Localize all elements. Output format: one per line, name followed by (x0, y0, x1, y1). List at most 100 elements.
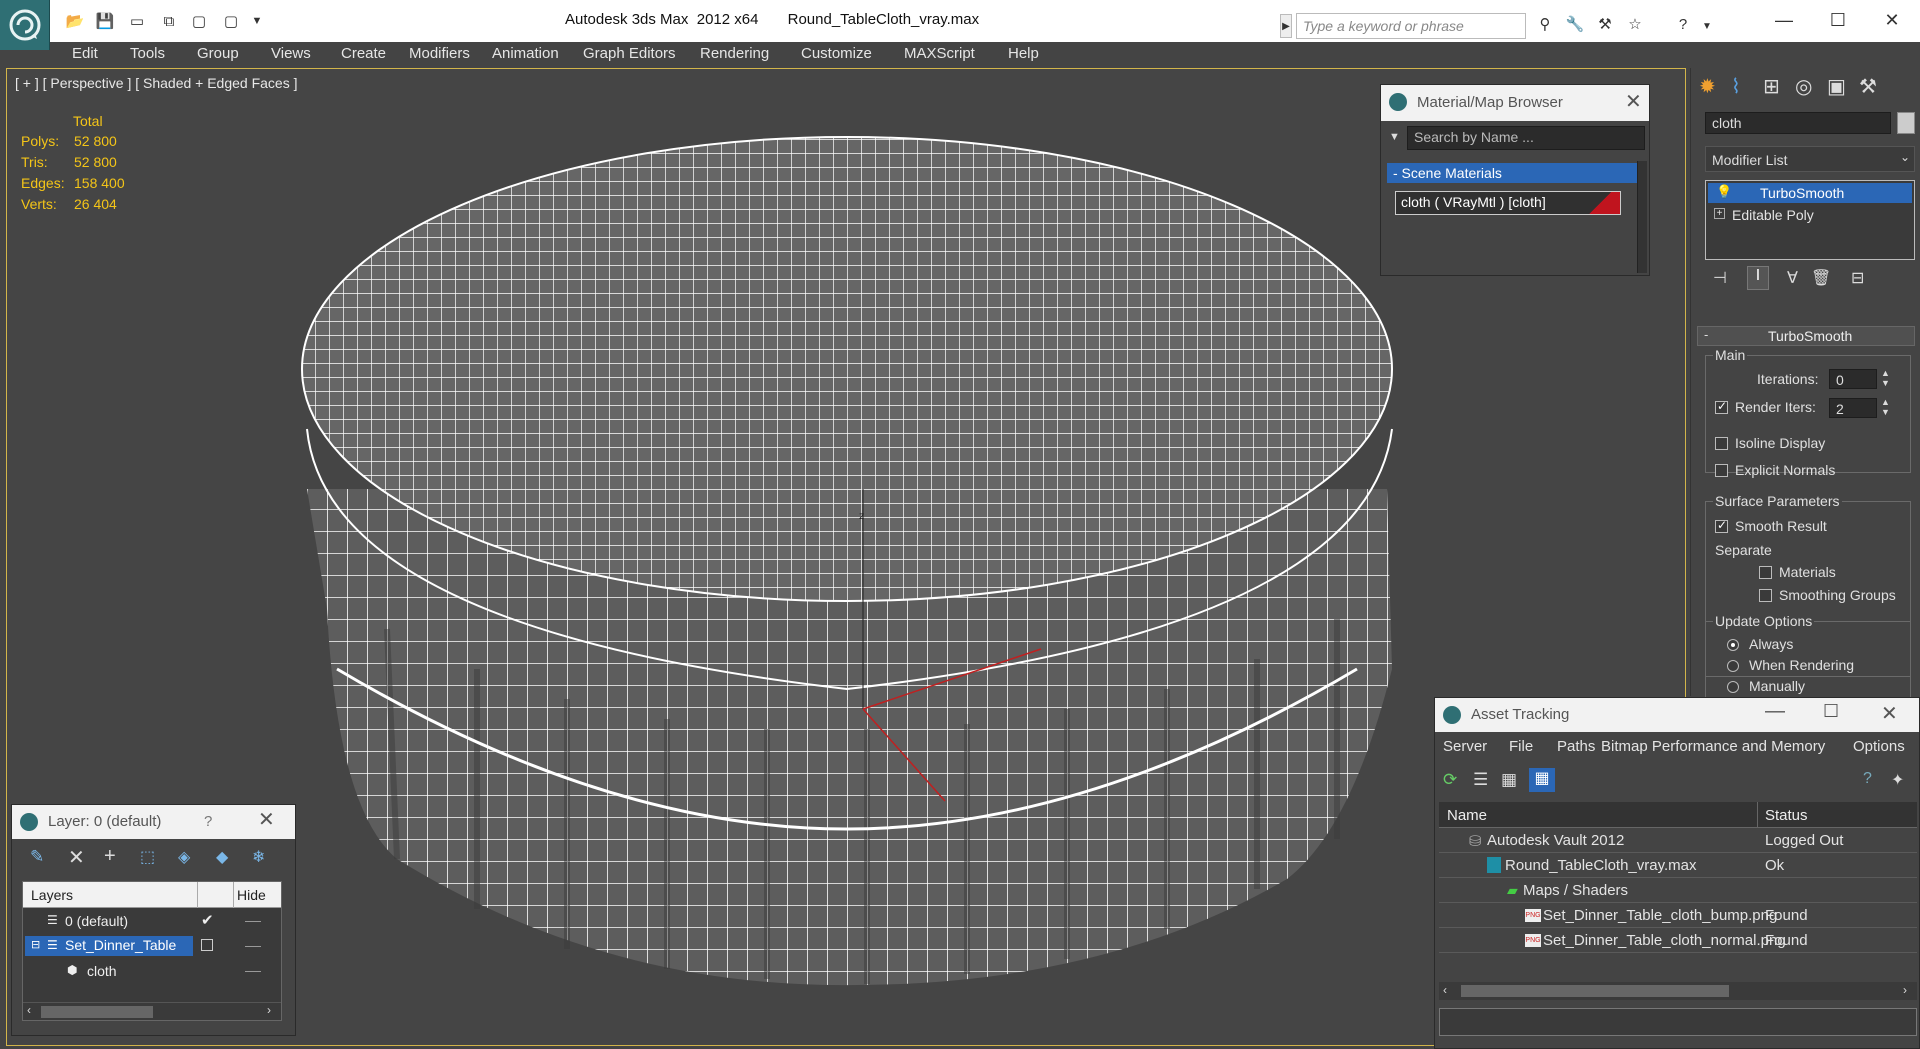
render-iters-checkbox[interactable] (1715, 399, 1728, 414)
close-icon[interactable]: ✕ (1625, 89, 1642, 114)
hide-all-icon[interactable]: ◆ (216, 847, 228, 867)
menu-group[interactable]: Group (197, 45, 239, 62)
spinner-arrows-icon[interactable]: ▲ ▼ (1881, 368, 1890, 388)
subscription-icon[interactable]: 🔧 (1564, 13, 1586, 35)
table-view-icon[interactable]: ▦ (1529, 768, 1555, 792)
hide-toggle[interactable] (245, 946, 261, 947)
help-dropdown-icon[interactable]: ▼ (1696, 15, 1718, 37)
communication-center-icon[interactable]: ⚒ (1594, 13, 1616, 35)
table-row[interactable]: ⛁ Autodesk Vault 2012 Logged Out (1439, 829, 1917, 853)
menu-graph-editors[interactable]: Graph Editors (583, 45, 676, 62)
search-expand-icon[interactable]: ▶ (1280, 14, 1292, 38)
minimize-button[interactable]: — (1764, 6, 1804, 34)
modifier-list-dropdown[interactable]: Modifier List ⌄ (1705, 146, 1915, 172)
highlight-layer-icon[interactable]: ◈ (178, 847, 190, 867)
table-row[interactable]: Round_TableCloth_vray.max Ok (1439, 854, 1917, 878)
help-button[interactable]: ? (204, 813, 212, 830)
hierarchy-tab-icon[interactable]: ⊞ (1763, 74, 1780, 99)
select-objects-icon[interactable]: ⬚ (140, 847, 155, 867)
menu-views[interactable]: Views (271, 45, 311, 62)
tree-view-icon[interactable]: ▦ (1501, 770, 1517, 790)
menu-edit[interactable]: Edit (72, 45, 98, 62)
when-rendering-radio[interactable] (1727, 660, 1739, 672)
refresh-icon[interactable]: ⟳ (1443, 770, 1457, 790)
smooth-result-checkbox[interactable] (1715, 518, 1728, 533)
menu-paths[interactable]: Paths (1557, 738, 1595, 755)
col-name-header[interactable]: Name (1447, 807, 1487, 824)
menu-options[interactable]: Options (1853, 738, 1905, 755)
menu-file[interactable]: File (1509, 738, 1533, 755)
table-row[interactable]: ▰ Maps / Shaders (1439, 879, 1917, 903)
lightbulb-icon[interactable]: 💡 (1716, 184, 1732, 200)
close-icon[interactable]: ✕ (1881, 701, 1898, 726)
scene-materials-header[interactable]: - Scene Materials (1387, 163, 1637, 183)
menu-animation[interactable]: Animation (492, 45, 559, 62)
menu-server[interactable]: Server (1443, 738, 1487, 755)
motion-tab-icon[interactable]: ◎ (1795, 74, 1812, 99)
save-icon[interactable]: 💾 (94, 10, 116, 32)
material-search-input[interactable]: Search by Name ... (1407, 126, 1645, 150)
quick-access-dropdown-icon[interactable]: ▼ (246, 10, 268, 32)
menu-help[interactable]: Help (1008, 45, 1039, 62)
freeze-all-icon[interactable]: ❄ (252, 847, 265, 867)
configure-modifier-sets-icon[interactable]: ⊟ (1851, 268, 1864, 288)
iterations-spinner[interactable]: 0 (1829, 369, 1877, 389)
menu-customize[interactable]: Customize (801, 45, 872, 62)
make-unique-icon[interactable]: ∀ (1787, 268, 1798, 288)
isoline-display-checkbox[interactable] (1715, 437, 1728, 450)
material-browser-scrollbar[interactable] (1637, 161, 1647, 273)
menu-tools[interactable]: Tools (130, 45, 165, 62)
scrollbar-thumb[interactable] (41, 1006, 153, 1018)
favorites-icon[interactable]: ☆ (1624, 13, 1646, 35)
layers-column-header[interactable]: Layers (31, 887, 73, 903)
menu-rendering[interactable]: Rendering (700, 45, 769, 62)
menu-modifiers[interactable]: Modifiers (409, 45, 470, 62)
minimize-icon[interactable]: — (1765, 700, 1785, 723)
asset-path-field[interactable] (1439, 1008, 1917, 1036)
menu-maxscript[interactable]: MAXScript (904, 45, 975, 62)
binoculars-icon[interactable]: ⚲ (1534, 13, 1556, 35)
maximize-icon[interactable]: ☐ (1823, 701, 1839, 722)
col-status-header[interactable]: Status (1765, 807, 1808, 824)
horizontal-scrollbar[interactable]: ‹ › (1439, 982, 1917, 1000)
highlight-icon[interactable]: ✦ (1891, 770, 1904, 790)
stack-item-turbosmooth[interactable]: 💡 TurboSmooth (1708, 183, 1912, 203)
undo-icon[interactable]: ▢ (188, 10, 210, 32)
new-layer-icon[interactable]: ✎ (30, 847, 44, 867)
stack-item-editable-poly[interactable]: + Editable Poly (1708, 205, 1912, 225)
object-color-swatch[interactable] (1897, 112, 1915, 134)
filter-dropdown-icon[interactable]: ▼ (1389, 131, 1400, 143)
smoothing-groups-checkbox[interactable] (1759, 589, 1772, 602)
show-end-result-icon[interactable]: I (1747, 266, 1769, 290)
modify-tab-icon[interactable]: ⌇ (1731, 74, 1741, 99)
object-name-field[interactable]: cloth (1705, 112, 1891, 134)
layer-titlebar[interactable]: Layer: 0 (default) ? ✕ (12, 805, 295, 839)
create-tab-icon[interactable]: ✹ (1699, 74, 1716, 99)
display-tab-icon[interactable]: ▣ (1827, 74, 1846, 99)
materials-checkbox[interactable] (1759, 566, 1772, 579)
layer-row-set-dinner-table[interactable]: ⊟ ☰ Set_Dinner_Table (23, 934, 281, 958)
help-icon[interactable]: ? (1863, 770, 1872, 788)
delete-layer-icon[interactable]: ✕ (68, 845, 85, 870)
app-logo-icon[interactable] (0, 0, 50, 50)
layer-row-cloth[interactable]: ⬢ cloth (23, 959, 281, 983)
turbosmooth-rollout-header[interactable]: - TurboSmooth (1697, 326, 1915, 346)
scrollbar-thumb[interactable] (1461, 985, 1729, 997)
layer-row-default[interactable]: ☰ 0 (default) ✔ (23, 909, 281, 933)
material-item-cloth[interactable]: cloth ( VRayMtl ) [cloth] (1395, 191, 1621, 215)
explicit-normals-checkbox[interactable] (1715, 464, 1728, 477)
new-scene-icon[interactable]: ▭ (126, 10, 148, 32)
remove-modifier-icon[interactable]: 🗑 (1811, 268, 1831, 288)
layer-horizontal-scrollbar[interactable]: ‹ › (23, 1002, 281, 1020)
always-radio[interactable] (1727, 639, 1739, 651)
pin-stack-icon[interactable]: ⊣ (1713, 268, 1727, 288)
current-layer-check-icon[interactable]: ✔ (201, 911, 214, 929)
redo-icon[interactable]: ▢ (220, 10, 242, 32)
maximize-button[interactable]: ☐ (1818, 6, 1858, 34)
make-current-checkbox[interactable] (201, 939, 213, 951)
manually-radio[interactable] (1727, 681, 1739, 693)
expand-icon[interactable]: + (1714, 208, 1725, 219)
table-row[interactable]: PNG Set_Dinner_Table_cloth_normal.png Fo… (1439, 929, 1917, 953)
hide-toggle[interactable] (245, 921, 261, 922)
search-input[interactable]: Type a keyword or phrase (1296, 13, 1526, 39)
